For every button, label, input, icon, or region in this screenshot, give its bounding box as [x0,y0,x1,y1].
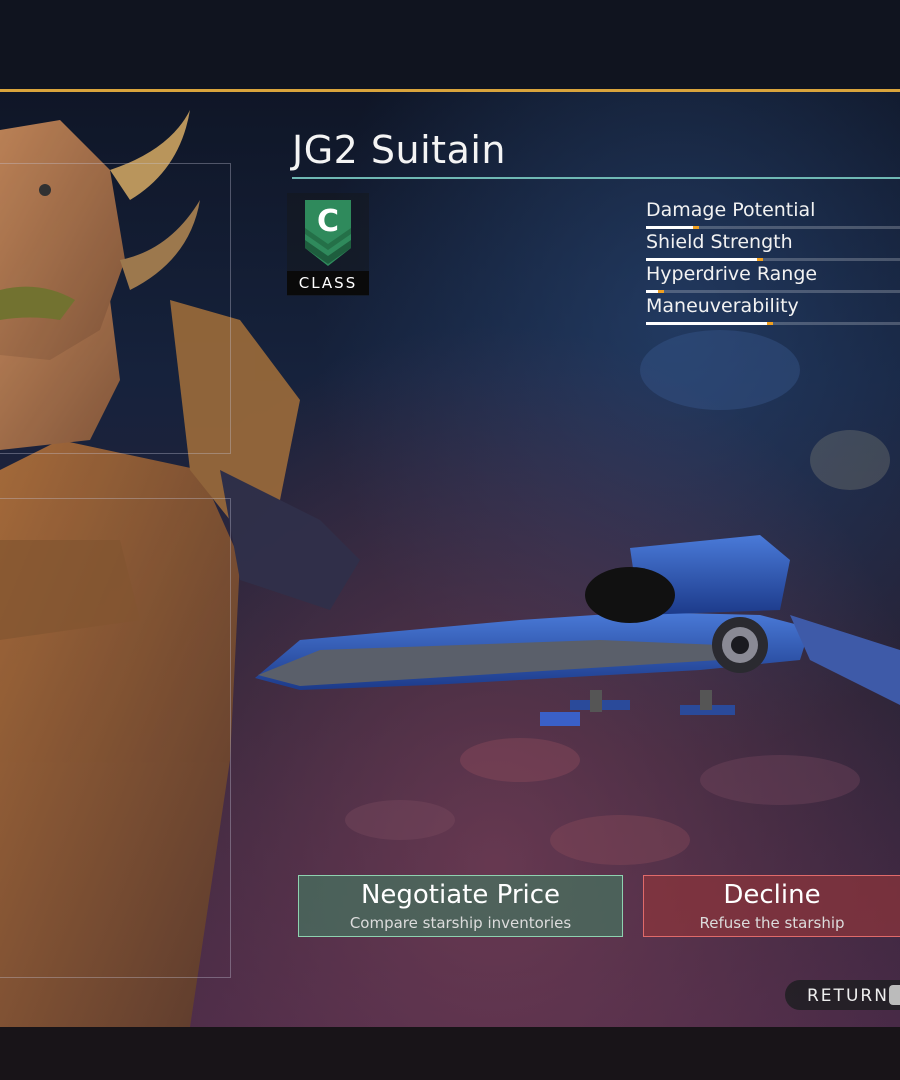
top-accent-line [0,89,900,92]
class-badge: C CLASS [287,193,369,296]
bottom-bar [0,1027,900,1080]
class-label: CLASS [287,271,369,295]
stat-name: Shield Strength [646,231,793,253]
keyboard-key-icon [889,985,900,1005]
class-letter: C [317,204,339,239]
negotiate-subtitle: Compare starship inventories [349,914,572,932]
stat-bar-tip [693,226,699,229]
return-button[interactable]: RETURN [785,980,900,1010]
stat-bar-fill [646,258,763,261]
ship-name: JG2 Suitain [292,128,506,172]
stat-name: Hyperdrive Range [646,263,818,285]
stat-bar-tip [767,322,773,325]
stat-bar [646,290,900,293]
info-panel-bottom [0,498,231,978]
negotiate-title: Negotiate Price [360,880,561,910]
stat-bar-tip [658,290,664,293]
decline-subtitle: Refuse the starship [699,914,845,932]
class-chevron-icon: C [305,200,351,266]
title-underline [292,177,900,179]
stat-shield-strength: Shield Strength [646,231,900,261]
negotiate-price-button[interactable]: Negotiate Price Compare starship invento… [298,875,623,937]
stat-bar [646,322,900,325]
stat-name: Damage Potential [646,199,816,221]
return-label: RETURN [807,986,889,1006]
stat-bar-fill [646,226,699,229]
stat-bar-fill [646,322,773,325]
stat-damage-potential: Damage Potential [646,199,900,229]
stat-bar-tip [757,258,763,261]
stat-bar [646,226,900,229]
decline-button[interactable]: Decline Refuse the starship [643,875,900,937]
info-panel-top [0,163,231,454]
stat-bar [646,258,900,261]
stat-maneuverability: Maneuverability [646,295,900,325]
stat-name: Maneuverability [646,295,799,317]
stat-hyperdrive-range: Hyperdrive Range [646,263,900,293]
decline-title: Decline [723,880,821,910]
